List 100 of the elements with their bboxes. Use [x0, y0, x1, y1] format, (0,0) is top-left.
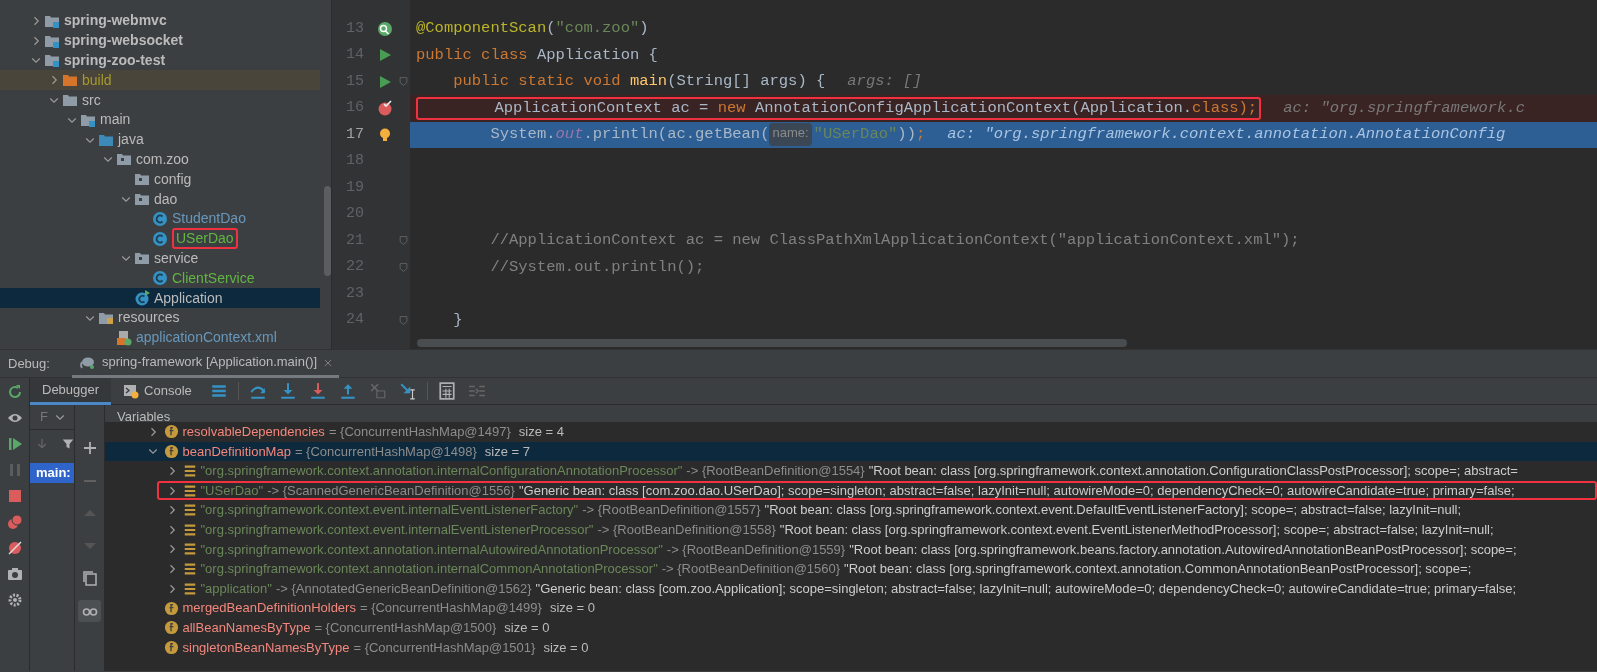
drop-frame-icon[interactable] [368, 382, 387, 400]
tree-item[interactable]: dao [0, 189, 320, 209]
close-icon[interactable] [323, 357, 334, 368]
line-number: 17 [345, 124, 364, 145]
code-token: (String[] args) { [667, 71, 826, 93]
fold-icon[interactable] [398, 235, 408, 247]
entry-icon [183, 503, 198, 518]
calculator-icon[interactable] [437, 382, 456, 400]
variable-row[interactable]: allBeanNamesByType = {ConcurrentHashMap@1500} size = 0 [105, 617, 1597, 638]
class-icon [134, 290, 150, 307]
entry-icon [183, 581, 198, 596]
tree-item[interactable]: StudentDao [0, 208, 320, 229]
package-icon [134, 191, 150, 208]
code-token: System. [489, 124, 556, 146]
variable-row[interactable]: "application" -> {AnnotatedGenericBeanDefinition@1562} "Generic bean: class [com.zoo.Application]; scope=singleton; abstract=false; lazyInit=null; autowireMode=0; dependencyCheck=0; autowireCandidate=true; primary=false; [105, 578, 1597, 599]
tree-item[interactable]: main [0, 110, 320, 130]
tree-item[interactable]: USerDao [0, 228, 320, 249]
variable-row[interactable]: "USerDao" -> {ScannedGenericBeanDefinition@1556} "Generic bean: class [com.zoo.dao.USerDao]; scope=singleton; abstract=false; lazyInit=null; autowireMode=0; dependencyCheck=0; autowireCandidate=true; primary=false; [157, 480, 1597, 501]
settings-icon[interactable] [6, 592, 23, 608]
entry-icon [183, 522, 198, 537]
scrollbar[interactable] [417, 339, 1127, 347]
code-token: ; [915, 124, 926, 146]
frames-icon[interactable] [209, 382, 228, 400]
inline-debug-value: ac: "org.springframework.c [1283, 97, 1525, 119]
code-token: )) [897, 124, 916, 146]
code-token: ) [639, 18, 649, 40]
tree-item[interactable]: com.zoo [0, 149, 320, 170]
class-icon [152, 230, 168, 247]
variable-row[interactable]: "org.springframework.context.annotation.internalCommonAnnotationProcessor" -> {RootBeanDefinition@1560} "Root bean: class [org.springframework.context.annotation.CommonAnnotationBeanPostProcessor]; scope=; [105, 559, 1597, 579]
class-icon [152, 270, 168, 287]
tree-item[interactable]: config [0, 169, 320, 190]
fold-icon[interactable] [398, 76, 408, 88]
entry-icon [183, 483, 198, 498]
panel-tab[interactable]: Console [111, 377, 204, 405]
thread-item[interactable]: main: [30, 463, 74, 483]
tree-item[interactable]: src [0, 90, 320, 110]
resume-icon[interactable] [6, 436, 23, 452]
stop-icon[interactable] [6, 488, 23, 504]
variable-row[interactable]: "org.springframework.context.annotation.internalConfigurationAnnotationProcessor" -> {RootBeanDefinition@1554} "Root bean: class [org.springframework.context.annotation.ConfigurationClassPostProcessor]; scope=; abstract= [105, 461, 1597, 481]
variable-row[interactable]: "org.springframework.context.event.internalEventListenerFactory" -> {RootBeanDefinition@1557} "Root bean: class [org.springframework.context.event.DefaultEventListenerFactory]; scope=; abstract=false; lazyInit=null; [105, 500, 1597, 520]
fold-icon[interactable] [398, 314, 408, 326]
filter-icon[interactable] [62, 437, 74, 451]
code-token: public class [416, 44, 529, 66]
entry-icon [183, 542, 198, 557]
panel-title: Debug: [8, 354, 50, 373]
folder-icon [62, 92, 78, 109]
code-token: out [555, 124, 584, 146]
tree-item[interactable]: spring-webmvc [0, 11, 320, 31]
copy-icon[interactable] [81, 570, 98, 587]
entry-icon [183, 561, 198, 576]
tree-item[interactable]: ClientService [0, 268, 320, 289]
variable-row[interactable]: singletonBeanNamesByType = {ConcurrentHashMap@1501} size = 0 [105, 637, 1597, 658]
mute-breakpoints-icon[interactable] [6, 540, 23, 556]
panel-tab[interactable]: Debugger [30, 377, 112, 405]
tree-item[interactable]: spring-zoo-test [0, 50, 320, 71]
package-icon [116, 151, 132, 168]
scrollbar[interactable] [324, 186, 331, 276]
bean-icon[interactable] [377, 20, 393, 37]
code-token: class [1192, 97, 1239, 119]
code-token: "USerDao" [813, 124, 898, 146]
code-token: //System.out.println(); [489, 256, 705, 278]
code-token: ( [546, 18, 556, 40]
tree-item[interactable]: Application [0, 288, 320, 308]
code-token: Application { [536, 44, 658, 66]
breakpoint-icon[interactable] [377, 100, 393, 117]
plus-icon[interactable] [81, 440, 98, 457]
class-icon [152, 210, 168, 227]
code-token: main [629, 71, 668, 93]
xml-file-icon [116, 329, 132, 346]
tree-item[interactable]: build [0, 70, 320, 91]
tree-item[interactable]: applicationContext.xml [0, 327, 320, 348]
field-icon [164, 424, 180, 440]
fold-icon[interactable] [398, 261, 408, 273]
field-icon [164, 620, 180, 636]
run-icon[interactable] [377, 47, 393, 64]
variable-row[interactable]: mergedBeanDefinitionHolders = {ConcurrentHashMap@1499} size = 0 [105, 598, 1597, 618]
module-folder-icon [44, 52, 60, 69]
variable-row[interactable]: "org.springframework.context.event.internalEventListenerProcessor" -> {RootBeanDefinition@1558} "Root bean: class [org.springframework.context.event.EventListenerMethodProcessor]; scope=; abstract=false; lazyInit=null; [105, 519, 1597, 540]
field-icon [164, 639, 180, 655]
camera-icon[interactable] [6, 566, 23, 582]
code-token: } [452, 309, 463, 331]
tree-item[interactable]: java [0, 129, 320, 150]
variable-row[interactable]: beanDefinitionMap = {ConcurrentHashMap@1498} size = 7 [105, 441, 1597, 462]
step-into-icon[interactable] [278, 382, 297, 400]
variable-row[interactable]: "org.springframework.context.annotation.internalAutowiredAnnotationProcessor" -> {RootBeanDefinition@1559} "Root bean: class [org.springframework.beans.factory.annotation.AutowiredAnnotationBeanPostProcessor]; scope=; [105, 539, 1597, 560]
console-icon [123, 383, 140, 399]
session-tab[interactable]: spring-framework [Application.main()] [71, 349, 340, 378]
tree-item[interactable]: spring-websocket [0, 30, 320, 51]
field-icon [164, 600, 180, 616]
code-token: AnnotationConfigApplicationContext(Application. [754, 97, 1193, 119]
run-icon[interactable] [377, 73, 393, 90]
rerun-icon[interactable] [6, 384, 23, 400]
inline-debug-value: args: [] [847, 71, 922, 93]
tree-item[interactable]: service [0, 248, 320, 269]
step-out-icon[interactable] [338, 382, 357, 400]
run-to-cursor-icon[interactable] [398, 382, 417, 400]
lightbulb-icon[interactable] [377, 126, 393, 143]
tree-item[interactable]: resources [0, 307, 320, 328]
force-step-into-icon[interactable] [308, 382, 327, 400]
breakpoints-icon[interactable] [6, 514, 23, 530]
